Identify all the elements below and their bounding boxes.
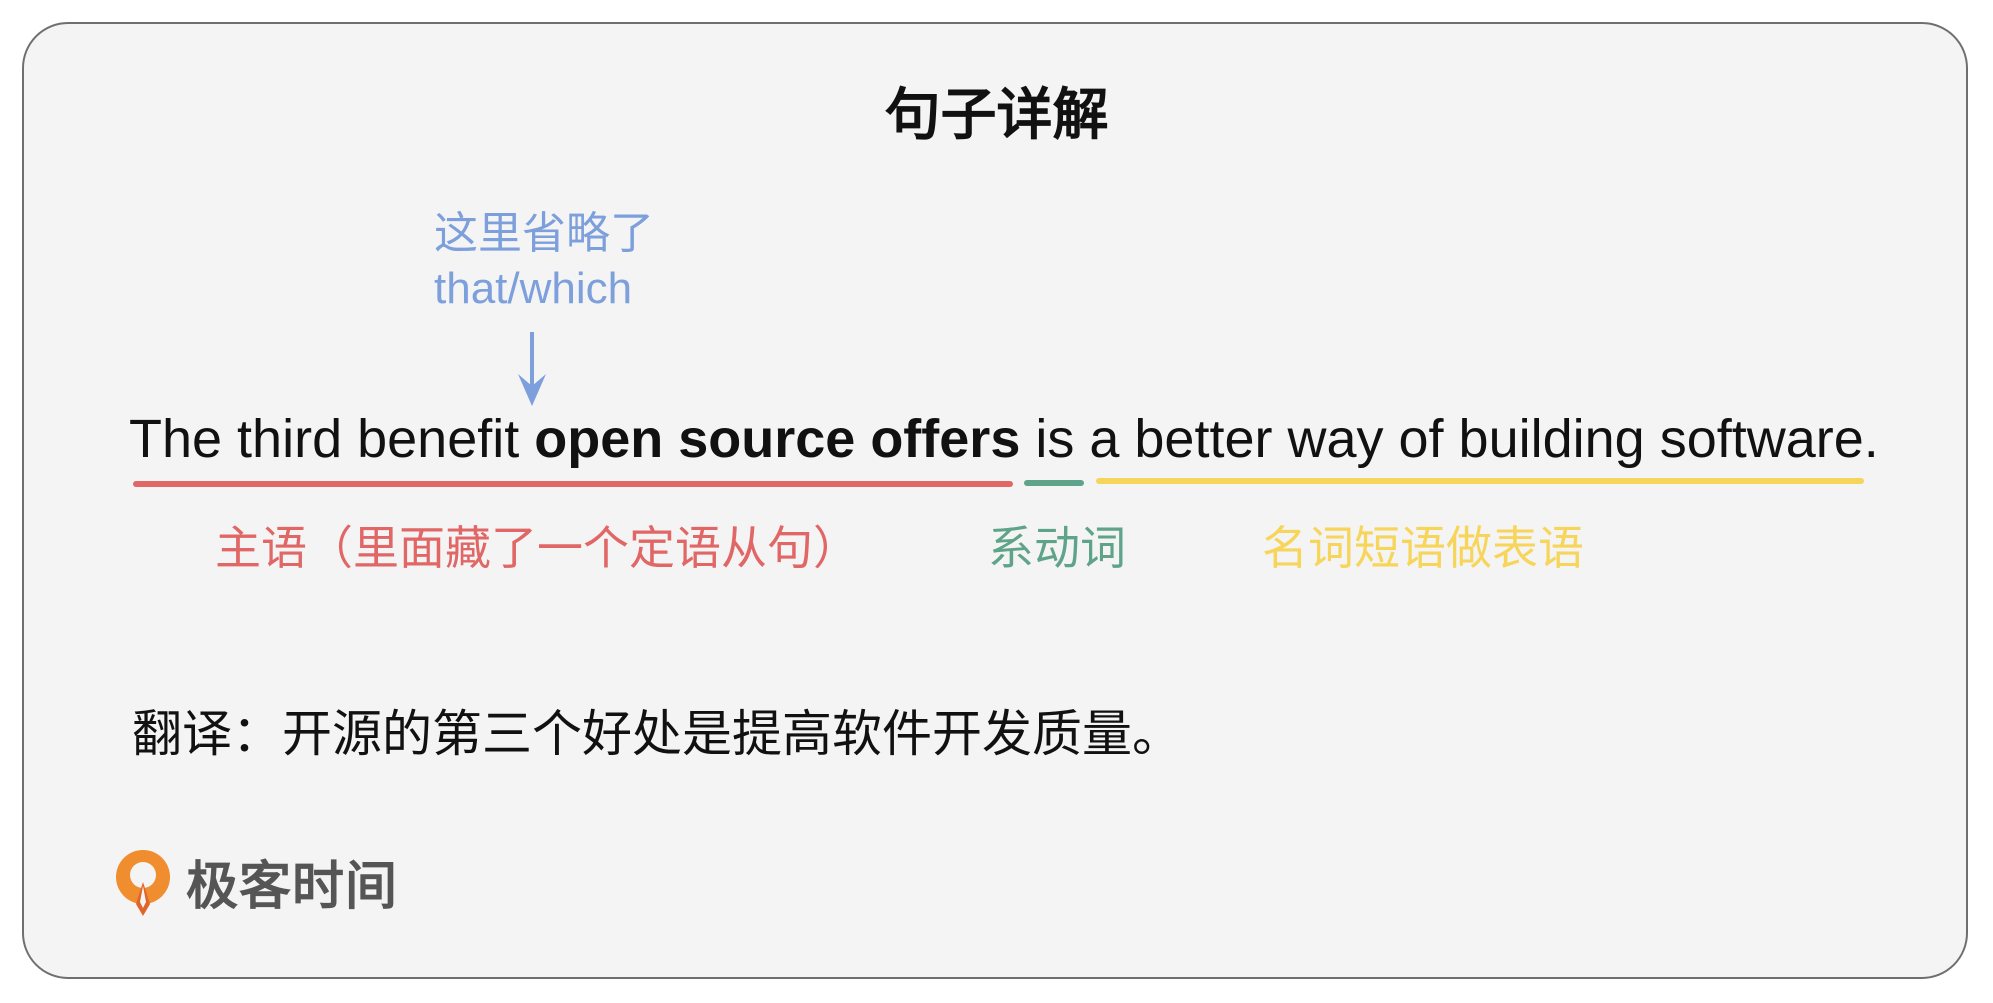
annotation-note-line2: that/which: [434, 264, 633, 313]
linking-verb-label: 系动词: [988, 521, 1126, 575]
content-card: [22, 22, 1968, 979]
brand-logo: 极客时间: [110, 844, 398, 919]
predicative-label: 名词短语做表语: [1262, 521, 1584, 575]
translation-text: 翻译：开源的第三个好处是提高软件开发质量。: [132, 705, 1182, 763]
subject-label: 主语（里面藏了一个定语从句）: [215, 521, 859, 575]
page-title: 句子详解: [884, 83, 1109, 148]
brand-logo-icon: [116, 849, 170, 916]
down-arrow-icon: [518, 332, 546, 406]
predicative-underline: [1096, 478, 1864, 484]
annotation-note-line1: 这里省略了: [434, 208, 654, 259]
sentence-bold-clause: open source offers: [534, 409, 1021, 469]
brand-logo-text: 极客时间: [186, 857, 399, 917]
example-sentence: The third benefit open source offers is …: [129, 408, 1879, 470]
linking-verb-underline: [1024, 480, 1084, 486]
sentence-part-end: is a better way of building software.: [1020, 409, 1879, 469]
sentence-part-start: The third benefit: [129, 409, 535, 469]
subject-underline: [133, 481, 1013, 487]
